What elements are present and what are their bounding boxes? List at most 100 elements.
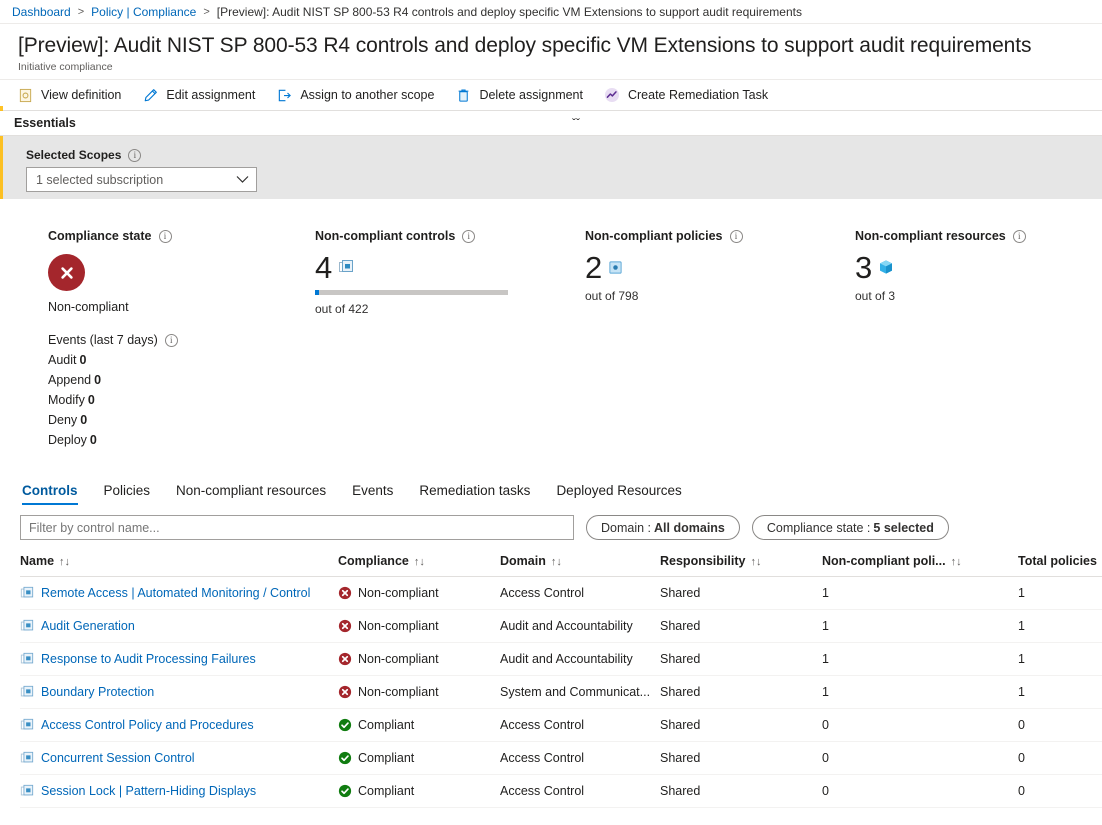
- table-row[interactable]: Boundary Protection Non-compliantSystem a…: [20, 676, 1102, 709]
- cell-responsibility: Shared: [660, 709, 822, 742]
- selected-scopes-label: Selected Scopes: [26, 148, 121, 162]
- search-input[interactable]: [20, 515, 574, 540]
- cell-compliance: Non-compliant: [338, 610, 500, 643]
- non-compliant-policies-value-row: 2: [585, 251, 743, 285]
- table-row[interactable]: Session Lock | Pattern-Hiding Displays Co…: [20, 775, 1102, 808]
- compliance-state-filter-value: 5 selected: [873, 521, 933, 535]
- cell-non-compliant-policies: 0: [822, 742, 1018, 775]
- control-name-link[interactable]: Boundary Protection: [41, 685, 154, 699]
- cell-name[interactable]: Session Lock | Pattern-Hiding Displays: [20, 775, 338, 808]
- assign-to-another-scope-label: Assign to another scope: [300, 88, 434, 102]
- cell-responsibility: Shared: [660, 610, 822, 643]
- sort-icon: ↑↓: [551, 556, 562, 568]
- cell-name[interactable]: Audit Generation: [20, 610, 338, 643]
- event-value: 0: [94, 373, 101, 387]
- edit-assignment-label: Edit assignment: [166, 88, 255, 102]
- info-icon[interactable]: i: [730, 230, 743, 243]
- table-row[interactable]: Remote Access | Automated Monitoring / C…: [20, 577, 1102, 610]
- compliance-status-text: Compliant: [358, 784, 414, 798]
- breadcrumb-item-dashboard[interactable]: Dashboard: [12, 5, 71, 19]
- cell-name[interactable]: Remote Access | Automated Monitoring / C…: [20, 577, 338, 610]
- tab-remediation-tasks[interactable]: Remediation tasks: [419, 483, 530, 505]
- cell-compliance: Non-compliant: [338, 577, 500, 610]
- event-row-append: Append0: [48, 373, 178, 387]
- error-circle-icon: [338, 685, 352, 699]
- table-header-row: Name↑↓ Compliance↑↓ Domain↑↓ Responsibil…: [20, 548, 1102, 577]
- table-row[interactable]: Response to Audit Processing FailuresNon…: [20, 643, 1102, 676]
- control-name-link[interactable]: Response to Audit Processing Failures: [41, 652, 256, 666]
- control-name-link[interactable]: Remote Access | Automated Monitoring / C…: [41, 586, 310, 600]
- compliance-state-filter-pill[interactable]: Compliance state : 5 selected: [752, 515, 949, 540]
- breadcrumb-separator-icon: >: [203, 6, 209, 18]
- breadcrumb-item-policy-compliance[interactable]: Policy | Compliance: [91, 5, 196, 19]
- tab-events[interactable]: Events: [352, 483, 393, 505]
- non-compliant-resources-card: Non-compliant resources i 3 out of 3: [855, 229, 1026, 303]
- control-icon: [20, 718, 34, 732]
- compliance-status-text: Non-compliant: [358, 619, 439, 633]
- column-header-non-compliant-policies[interactable]: Non-compliant poli...↑↓: [822, 548, 1018, 577]
- trash-icon: [454, 86, 472, 104]
- chevron-down-icon[interactable]: ˇˇ: [572, 114, 580, 132]
- column-header-name[interactable]: Name↑↓: [20, 548, 338, 577]
- info-icon[interactable]: i: [165, 334, 178, 347]
- cell-name[interactable]: Concurrent Session Control: [20, 742, 338, 775]
- selected-scopes-panel: Selected Scopes i 1 selected subscriptio…: [0, 136, 1102, 199]
- controls-table-body: Remote Access | Automated Monitoring / C…: [20, 577, 1102, 808]
- scope-dropdown[interactable]: 1 selected subscription: [26, 167, 257, 192]
- non-compliant-resources-title: Non-compliant resources: [855, 229, 1006, 243]
- tab-policies[interactable]: Policies: [104, 483, 151, 505]
- cell-non-compliant-policies: 1: [822, 610, 1018, 643]
- tab-deployed-resources[interactable]: Deployed Resources: [556, 483, 681, 505]
- delete-assignment-button[interactable]: Delete assignment: [452, 81, 593, 109]
- delete-assignment-label: Delete assignment: [479, 88, 583, 102]
- column-header-responsibility[interactable]: Responsibility↑↓: [660, 548, 822, 577]
- non-compliant-controls-card: Non-compliant controls i 4 out of 422: [315, 229, 508, 316]
- compliance-state-title-row: Compliance state i: [48, 229, 178, 243]
- column-header-label: Responsibility: [660, 554, 745, 568]
- cell-name[interactable]: Boundary Protection: [20, 676, 338, 709]
- column-header-label: Name: [20, 554, 54, 568]
- table-row[interactable]: Concurrent Session ControlCompliantAcces…: [20, 742, 1102, 775]
- tab-non-compliant-resources[interactable]: Non-compliant resources: [176, 483, 326, 505]
- table-row[interactable]: Audit GenerationNon-compliantAudit and A…: [20, 610, 1102, 643]
- control-icon: [20, 685, 34, 699]
- table-row[interactable]: Access Control Policy and Procedures Comp…: [20, 709, 1102, 742]
- control-name-link[interactable]: Session Lock | Pattern-Hiding Displays: [41, 784, 256, 798]
- info-icon[interactable]: i: [462, 230, 475, 243]
- cell-name[interactable]: Response to Audit Processing Failures: [20, 643, 338, 676]
- chevron-down-icon: [236, 173, 249, 187]
- info-icon[interactable]: i: [128, 149, 141, 162]
- column-header-compliance[interactable]: Compliance↑↓: [338, 548, 500, 577]
- create-remediation-task-button[interactable]: Create Remediation Task: [601, 81, 778, 109]
- cell-non-compliant-policies: 1: [822, 676, 1018, 709]
- edit-assignment-button[interactable]: Edit assignment: [139, 81, 265, 109]
- sort-icon: ↑↓: [951, 556, 962, 568]
- view-definition-button[interactable]: View definition: [14, 81, 131, 109]
- selected-scopes-label-row: Selected Scopes i: [26, 148, 1102, 162]
- cell-compliance: Non-compliant: [338, 676, 500, 709]
- control-name-link[interactable]: Concurrent Session Control: [41, 751, 195, 765]
- cell-name[interactable]: Access Control Policy and Procedures: [20, 709, 338, 742]
- control-name-link[interactable]: Access Control Policy and Procedures: [41, 718, 254, 732]
- info-icon[interactable]: i: [1013, 230, 1026, 243]
- compliance-state-card: Compliance state i Non-compliant Events …: [48, 229, 178, 447]
- cell-non-compliant-policies: 1: [822, 643, 1018, 676]
- compliance-state-filter-label: Compliance state :: [767, 521, 871, 535]
- success-circle-icon: [338, 751, 352, 765]
- event-label: Audit: [48, 353, 77, 367]
- cell-non-compliant-policies: 0: [822, 775, 1018, 808]
- page-title: [Preview]: Audit NIST SP 800-53 R4 contr…: [18, 32, 1102, 60]
- sort-icon: ↑↓: [414, 556, 425, 568]
- tab-controls[interactable]: Controls: [22, 483, 78, 505]
- events-title-row: Events (last 7 days) i: [48, 333, 178, 347]
- column-header-domain[interactable]: Domain↑↓: [500, 548, 660, 577]
- non-compliant-resources-out-of: out of 3: [855, 289, 1026, 303]
- assign-to-another-scope-button[interactable]: Assign to another scope: [273, 81, 444, 109]
- compliance-status-text: Compliant: [358, 718, 414, 732]
- cell-domain: System and Communicat...: [500, 676, 660, 709]
- info-icon[interactable]: i: [159, 230, 172, 243]
- control-name-link[interactable]: Audit Generation: [41, 619, 135, 633]
- column-header-total-policies[interactable]: Total policies↑↓: [1018, 548, 1102, 577]
- event-label: Modify: [48, 393, 85, 407]
- domain-filter-pill[interactable]: Domain : All domains: [586, 515, 740, 540]
